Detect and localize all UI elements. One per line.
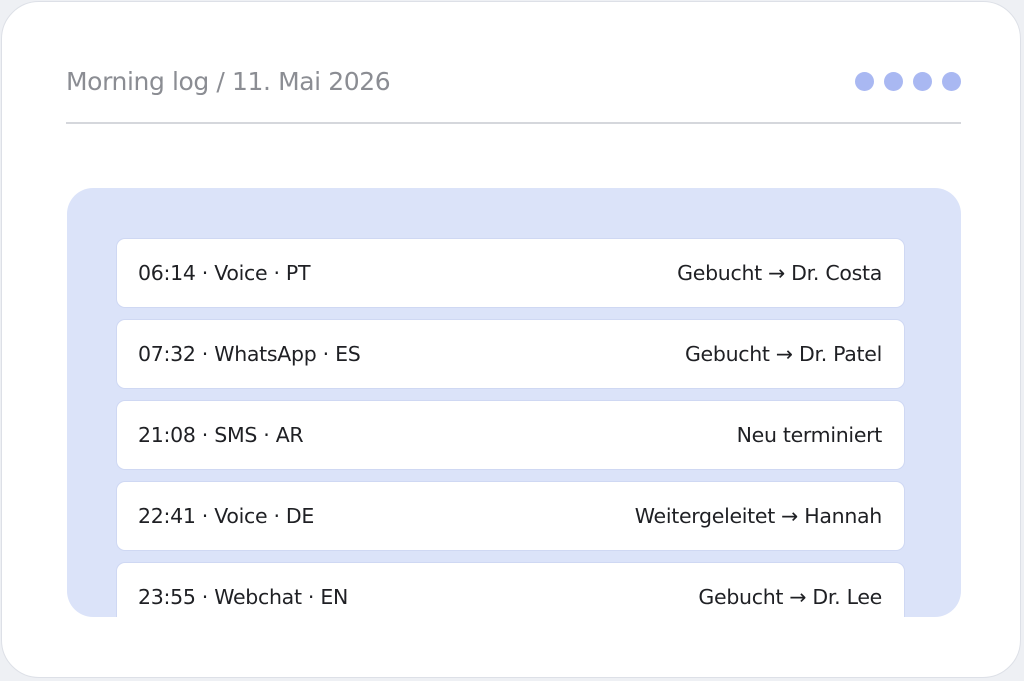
log-entry-outcome: Gebucht → Dr. Lee [698, 585, 882, 609]
log-entry-meta: 23:55 · Webchat · EN [138, 585, 349, 609]
dot-icon [855, 72, 874, 91]
log-row[interactable]: 23:55 · Webchat · EN Gebucht → Dr. Lee [116, 562, 905, 617]
card-header: Morning log / 11. Mai 2026 [66, 64, 961, 104]
log-entry-outcome: Gebucht → Dr. Patel [684, 342, 882, 366]
log-card: Morning log / 11. Mai 2026 06:14 · Voice… [1, 1, 1021, 678]
page-title: Morning log / 11. Mai 2026 [66, 67, 391, 96]
log-entry-outcome: Gebucht → Dr. Costa [677, 261, 882, 285]
log-row[interactable]: 21:08 · SMS · AR Neu terminiert [116, 400, 905, 470]
log-list: 06:14 · Voice · PT Gebucht → Dr. Costa 0… [116, 238, 905, 617]
log-entry-meta: 21:08 · SMS · AR [138, 423, 304, 447]
log-row[interactable]: 07:32 · WhatsApp · ES Gebucht → Dr. Pate… [116, 319, 905, 389]
log-entry-meta: 07:32 · WhatsApp · ES [138, 342, 361, 366]
log-entry-meta: 22:41 · Voice · DE [138, 504, 315, 528]
log-row[interactable]: 06:14 · Voice · PT Gebucht → Dr. Costa [116, 238, 905, 308]
dots-menu[interactable] [855, 72, 961, 91]
log-entry-outcome: Neu terminiert [736, 423, 883, 447]
log-panel[interactable]: 06:14 · Voice · PT Gebucht → Dr. Costa 0… [67, 188, 961, 617]
log-entry-outcome: Weitergeleitet → Hannah [634, 504, 883, 528]
log-row[interactable]: 22:41 · Voice · DE Weitergeleitet → Hann… [116, 481, 905, 551]
dot-icon [913, 72, 932, 91]
log-entry-meta: 06:14 · Voice · PT [138, 261, 311, 285]
header-divider [66, 122, 961, 124]
dot-icon [884, 72, 903, 91]
dot-icon [942, 72, 961, 91]
